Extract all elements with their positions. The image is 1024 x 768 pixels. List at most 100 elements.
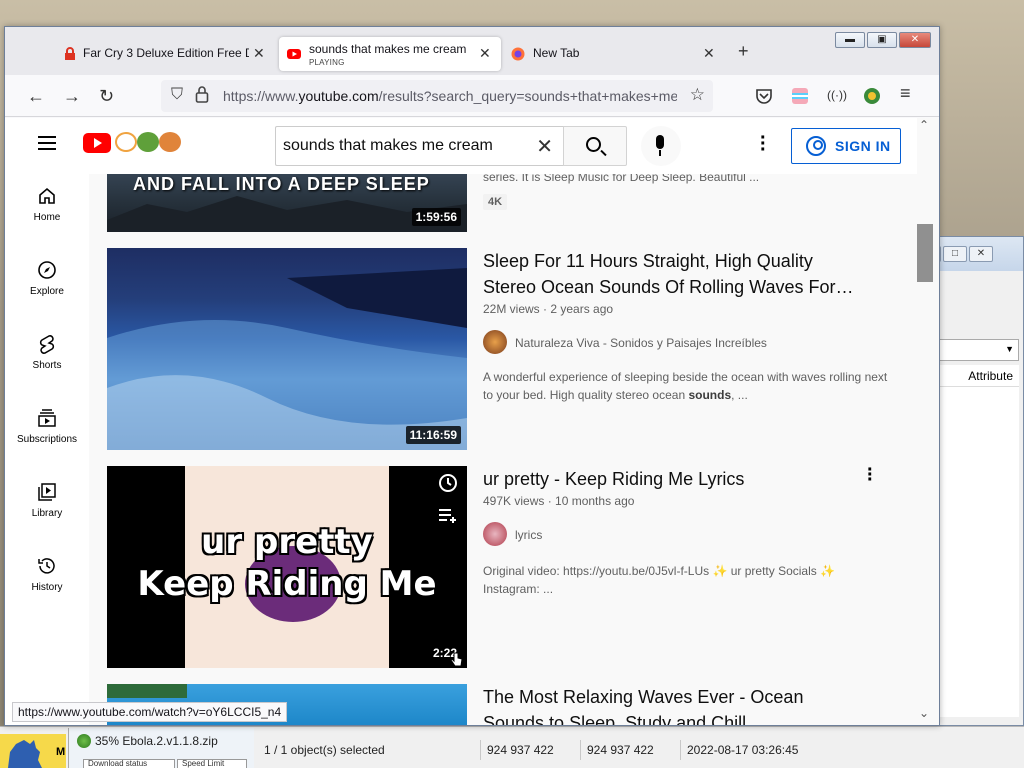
search-query-text[interactable]: sounds that makes me cream	[283, 137, 493, 155]
video-description: A wonderful experience of sleeping besid…	[483, 368, 895, 404]
url-text[interactable]: https://www.youtube.com/results?search_q…	[223, 88, 677, 104]
close-window-button[interactable]: ✕	[899, 32, 931, 48]
maximize-button[interactable]: □	[943, 246, 967, 262]
new-tab-plus-icon[interactable]: +	[738, 41, 749, 62]
guide-menu-icon[interactable]	[38, 136, 56, 150]
bookmark-star-icon[interactable]: ☆	[690, 85, 705, 105]
thumbnail-caption: ur pretty	[201, 522, 373, 562]
video-title-link[interactable]: Sleep For 11 Hours Straight, High Qualit…	[483, 248, 863, 300]
video-description: Original video: https://youtu.be/0J5vl-f…	[483, 562, 895, 598]
maximize-button[interactable]: ▣	[867, 32, 897, 48]
reload-icon[interactable]: ↻	[99, 86, 114, 107]
firefox-window[interactable]: Far Cry 3 Deluxe Edition Free Do ✕ sound…	[4, 26, 940, 726]
video-options-kebab-icon[interactable]: · · ·	[867, 460, 874, 490]
youtube-logo-icon[interactable]	[83, 133, 111, 153]
file-list[interactable]	[939, 387, 1019, 717]
background-window-titlebar[interactable]: ▭ □ ✕	[917, 237, 1023, 271]
hamburger-menu-icon[interactable]: ≡	[900, 83, 911, 104]
tab-youtube-active[interactable]: sounds that makes me cream - PLAYING ✕	[279, 37, 501, 71]
path-dropdown[interactable]: ▼	[939, 339, 1019, 361]
sidebar-item-label: Explore	[30, 286, 64, 297]
voice-search-mic-icon[interactable]	[641, 126, 681, 166]
search-input[interactable]: sounds that makes me cream ✕	[275, 126, 565, 166]
taskbar-download-task[interactable]: 35% Ebola.2.v1.1.8.zip Download status S…	[68, 728, 254, 768]
close-tab-icon[interactable]: ✕	[703, 45, 715, 62]
watch-later-clock-icon[interactable]	[437, 472, 459, 494]
user-icon	[806, 136, 826, 156]
hand-cursor-icon	[450, 652, 463, 667]
avatar[interactable]	[483, 522, 507, 546]
quality-badge: 4K	[483, 194, 508, 210]
taskbar-app-thumbnail[interactable]: M	[0, 734, 66, 768]
page-scrollbar[interactable]: ⌃ ⌄	[917, 118, 939, 725]
video-views-age: 497K views · 10 months ago	[483, 494, 635, 508]
tab-speed-limit[interactable]: Speed Limit	[177, 759, 247, 768]
video-views-age: 22M views · 2 years ago	[483, 302, 614, 316]
youtube-header: sounds that makes me cream ✕ · · · SIGN IN	[5, 118, 919, 174]
video-thumbnail[interactable]: ur pretty Keep Riding Me 2:22	[107, 466, 467, 668]
extension-flag-icon[interactable]	[791, 87, 809, 105]
home-icon	[39, 187, 55, 204]
close-tab-icon[interactable]: ✕	[253, 45, 265, 62]
scroll-up-icon[interactable]: ⌃	[919, 118, 929, 132]
tab-far-cry[interactable]: Far Cry 3 Deluxe Edition Free Do ✕	[5, 37, 277, 71]
tab-new-tab[interactable]: New Tab ✕	[503, 37, 725, 71]
thumbnail-image	[107, 684, 187, 698]
divider	[680, 740, 681, 760]
sidebar-item-shorts[interactable]: Shorts	[5, 322, 89, 396]
thumbnail-caption: Keep Riding Me	[137, 564, 437, 604]
clear-search-icon[interactable]: ✕	[536, 134, 553, 159]
download-task-label: 35% Ebola.2.v1.1.8.zip	[95, 734, 218, 748]
avatar[interactable]	[483, 330, 507, 354]
doodle-bird-icon	[159, 132, 181, 152]
tab-bar: Far Cry 3 Deluxe Edition Free Do ✕ sound…	[5, 27, 939, 75]
video-title-link[interactable]: The Most Relaxing Waves Ever - Ocean Sou…	[483, 684, 863, 725]
divider	[580, 740, 581, 760]
scroll-down-icon[interactable]: ⌄	[919, 706, 929, 720]
tab-download-status[interactable]: Download status	[83, 759, 175, 768]
channel-name[interactable]: Naturaleza Viva - Sonidos y Paisajes Inc…	[515, 336, 767, 350]
address-bar[interactable]: ⛉ https://www.youtube.com/results?search…	[161, 80, 713, 112]
video-title-link[interactable]: ur pretty - Keep Riding Me Lyrics	[483, 466, 863, 492]
sidebar-item-label: Shorts	[32, 360, 62, 371]
back-arrow-icon[interactable]: ←	[27, 86, 45, 107]
compass-icon	[38, 261, 56, 279]
sidebar-item-explore[interactable]: Explore	[5, 248, 89, 322]
subscriptions-icon	[38, 409, 56, 427]
pocket-icon[interactable]	[755, 88, 773, 104]
column-header-attribute[interactable]: Attribute	[939, 365, 1019, 387]
audio-extension-icon[interactable]: ((·))	[827, 88, 847, 102]
video-thumbnail[interactable]: 11:16:59	[107, 248, 467, 450]
close-tab-icon[interactable]: ✕	[479, 45, 491, 62]
sidebar-item-home[interactable]: Home	[5, 174, 89, 248]
url-prefix: https://www.	[223, 88, 299, 104]
search-button[interactable]	[563, 126, 627, 166]
window-controls: ▬ ▣ ✕	[835, 32, 931, 48]
tab-title: sounds that makes me cream -	[309, 42, 469, 56]
ocean-thumbnail-art	[107, 268, 467, 450]
globe-extension-icon[interactable]	[863, 87, 881, 105]
minimize-button[interactable]: ▬	[835, 32, 865, 48]
sign-in-button[interactable]: SIGN IN	[791, 128, 901, 164]
tracking-shield-icon[interactable]: ⛉	[171, 86, 183, 104]
add-to-queue-icon[interactable]	[437, 506, 459, 524]
description-highlight: sounds	[688, 388, 732, 402]
search-icon	[586, 137, 601, 152]
shorts-icon	[39, 335, 55, 354]
scrollbar-thumb[interactable]	[917, 224, 933, 282]
background-window[interactable]: ▭ □ ✕ ▼ Attribute	[917, 236, 1024, 726]
sidebar-item-library[interactable]: Library	[5, 470, 89, 544]
tab-playing-indicator: PLAYING	[309, 58, 345, 67]
settings-kebab-icon[interactable]: · · ·	[760, 128, 767, 160]
sidebar-item-subscriptions[interactable]: Subscriptions	[5, 396, 89, 470]
lock-icon[interactable]	[195, 85, 209, 103]
sidebar-item-history[interactable]: History	[5, 544, 89, 618]
creature-icon	[8, 740, 42, 768]
selection-status: 1 / 1 object(s) selected	[264, 743, 385, 757]
close-button[interactable]: ✕	[969, 246, 993, 262]
divider	[480, 740, 481, 760]
channel-name[interactable]: lyrics	[515, 528, 542, 542]
forward-arrow-icon[interactable]: →	[63, 86, 81, 107]
globe-icon	[77, 734, 91, 748]
tab-title: Far Cry 3 Deluxe Edition Free Do	[83, 46, 249, 60]
